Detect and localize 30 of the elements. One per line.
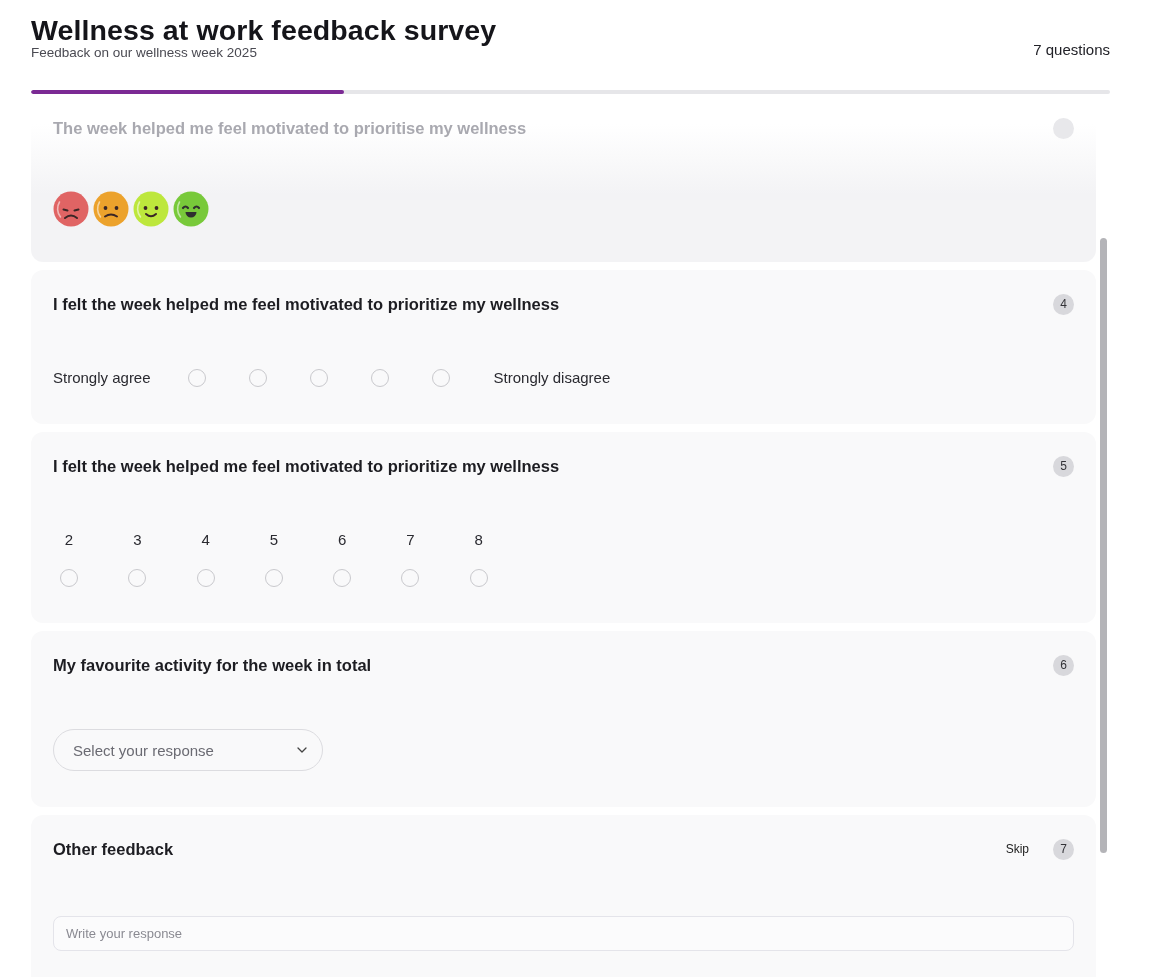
question-number-badge: 5 <box>1053 455 1074 477</box>
scale-number: 7 <box>406 530 415 550</box>
scale-number: 5 <box>269 530 279 550</box>
question-number-badge: 7 <box>1053 838 1074 860</box>
frowning-face-icon[interactable] <box>93 190 129 227</box>
question-title: I felt the week helped me feel motivated to prioritize my wellness <box>53 456 560 476</box>
survey-title: Wellness at work feedback survey <box>31 14 497 46</box>
scale-number: 6 <box>338 530 347 550</box>
angry-face-icon[interactable] <box>53 190 89 227</box>
question-count: 7 questions <box>1033 41 1110 60</box>
scrollbar-thumb[interactable] <box>1100 238 1107 853</box>
grinning-face-icon[interactable] <box>173 190 209 227</box>
scale-number: 2 <box>64 530 74 550</box>
question-number-badge: 4 <box>1053 293 1074 315</box>
question-number-badge: 6 <box>1053 654 1074 676</box>
smiling-face-icon[interactable] <box>133 190 169 227</box>
skip-button[interactable]: Skip <box>1005 841 1029 857</box>
question-title: I felt the week helped me feel motivated to prioritize my wellness <box>53 294 560 314</box>
response-dropdown[interactable]: Select your response <box>53 729 323 771</box>
scale-number: 8 <box>474 530 483 550</box>
scale-high-label: Strongly disagree <box>493 368 611 388</box>
question-title: Other feedback <box>53 839 174 859</box>
scale-number: 4 <box>201 530 210 550</box>
question-title: My favourite activity for the week in total <box>53 655 372 675</box>
scale-low-label: Strongly agree <box>53 368 151 388</box>
scale-number: 3 <box>133 530 142 550</box>
survey-subtitle: Feedback on our wellness week 2025 <box>31 45 258 61</box>
question-title: The week helped me feel motivated to prioritise my wellness <box>53 118 527 138</box>
chevron-down-icon <box>297 747 307 753</box>
response-input[interactable]: Write your response <box>53 916 1074 951</box>
